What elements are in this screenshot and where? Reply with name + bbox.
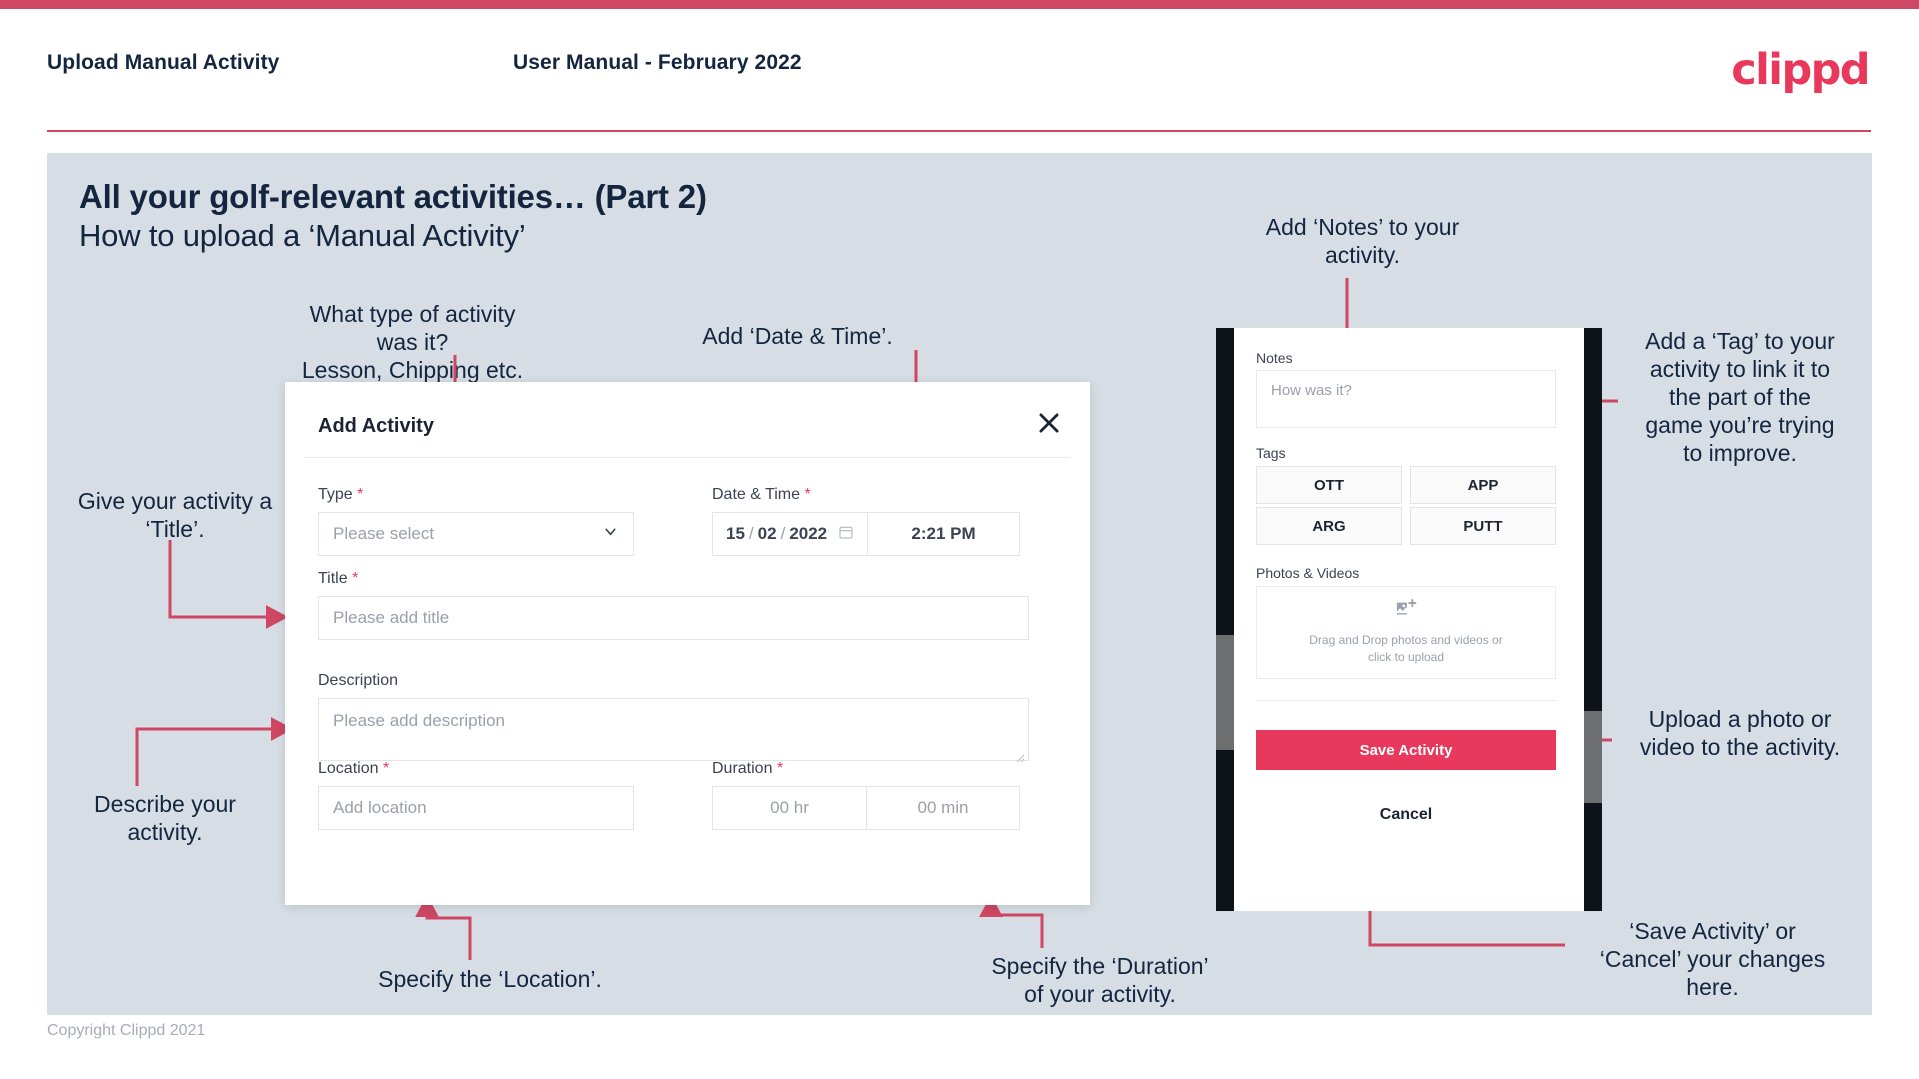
phone-mockup: Notes How was it? Tags OTT APP ARG PUTT … (1216, 328, 1602, 911)
add-activity-dialog: Add Activity Type * Please select Date &… (285, 382, 1090, 905)
description-placeholder: Please add description (333, 711, 506, 730)
date-separator: / (780, 524, 786, 543)
header-center-title: User Manual - February 2022 (513, 51, 802, 74)
tag-button-app[interactable]: APP (1410, 466, 1556, 504)
top-accent-bar (0, 0, 1919, 9)
date-input[interactable]: 15 / 02 / 2022 (712, 512, 867, 556)
phone-side-button-left (1216, 635, 1234, 750)
field-title: Title * Please add title (318, 570, 1029, 640)
type-select-value: Please select (333, 524, 435, 543)
type-label: Type * (318, 486, 364, 503)
annotation-type: What type of activity was it? Lesson, Chi… (301, 301, 524, 384)
notes-label: Notes (1256, 350, 1293, 366)
phone-divider (1256, 700, 1556, 701)
cancel-button[interactable]: Cancel (1256, 806, 1556, 824)
description-label: Description (318, 672, 399, 689)
photos-label: Photos & Videos (1256, 565, 1360, 581)
date-day: 15 (726, 524, 745, 543)
phone-side-button-right (1584, 711, 1602, 803)
required-marker: * (352, 570, 359, 587)
annotation-save-cancel: ‘Save Activity’ or ‘Cancel’ your changes h… (1599, 918, 1826, 1001)
annotation-upload: Upload a photo or video to the activity. (1639, 706, 1841, 761)
tag-button-arg[interactable]: ARG (1256, 507, 1402, 545)
field-duration: Duration * 00 hr 00 min (712, 760, 1022, 830)
date-year: 2022 (789, 524, 828, 543)
header-left-title: Upload Manual Activity (47, 51, 280, 74)
phone-bezel-right (1584, 328, 1602, 911)
date-separator: / (748, 524, 754, 543)
annotation-title: Give your activity a ‘Title’. (77, 488, 273, 543)
duration-label: Duration * (712, 760, 784, 777)
photo-dropzone[interactable]: Drag and Drop photos and videos or click … (1256, 586, 1556, 679)
clippd-logo: clippd (1731, 45, 1870, 95)
annotation-tags: Add a ‘Tag’ to your activity to link it t… (1645, 328, 1835, 467)
duration-minutes-input[interactable]: 00 min (866, 786, 1020, 830)
annotation-location: Specify the ‘Location’. (378, 966, 602, 992)
page-header: Upload Manual Activity User Manual - Feb… (0, 9, 1919, 132)
dialog-title: Add Activity (318, 415, 434, 437)
location-label: Location * (318, 760, 390, 777)
add-image-icon (1395, 598, 1417, 624)
phone-screen: Notes How was it? Tags OTT APP ARG PUTT … (1234, 328, 1584, 911)
calendar-icon[interactable] (838, 524, 854, 545)
tags-label: Tags (1256, 445, 1286, 461)
annotation-description: Describe your activity. (94, 791, 236, 846)
phone-bezel-left (1216, 328, 1234, 911)
header-divider (47, 130, 1871, 132)
title-input[interactable]: Please add title (318, 596, 1029, 640)
save-activity-button[interactable]: Save Activity (1256, 730, 1556, 770)
close-icon[interactable] (1034, 408, 1064, 438)
annotation-notes: Add ‘Notes’ to your activity. (1265, 214, 1460, 269)
field-type: Type * Please select (318, 486, 634, 556)
required-marker: * (357, 486, 364, 503)
slide-subtitle: How to upload a ‘Manual Activity’ (79, 218, 526, 253)
dropzone-text: Drag and Drop photos and videos or click … (1309, 632, 1503, 664)
time-input[interactable]: 2:21 PM (867, 512, 1020, 556)
description-textarea[interactable]: Please add description (318, 698, 1029, 763)
required-marker: * (776, 760, 784, 777)
dialog-divider (305, 457, 1070, 458)
required-marker: * (804, 486, 811, 503)
location-input[interactable]: Add location (318, 786, 634, 830)
date-month: 02 (757, 524, 777, 543)
field-location: Location * Add location (318, 760, 634, 830)
resize-handle-icon[interactable] (1015, 748, 1025, 763)
required-marker: * (382, 760, 390, 777)
title-label: Title * (318, 570, 359, 587)
tag-button-ott[interactable]: OTT (1256, 466, 1402, 504)
chevron-down-icon (602, 523, 619, 545)
annotation-datetime: Add ‘Date & Time’. (702, 323, 893, 349)
footer-copyright: Copyright Clippd 2021 (47, 1022, 206, 1039)
datetime-label: Date & Time * (712, 486, 811, 503)
type-select[interactable]: Please select (318, 512, 634, 556)
tag-button-putt[interactable]: PUTT (1410, 507, 1556, 545)
slide-title: All your golf-relevant activities… (Part… (79, 178, 707, 215)
notes-textarea[interactable]: How was it? (1256, 370, 1556, 428)
annotation-duration: Specify the ‘Duration’ of your activity. (991, 953, 1209, 1008)
field-description: Description Please add description (318, 672, 1029, 763)
duration-hours-input[interactable]: 00 hr (712, 786, 866, 830)
field-datetime: Date & Time * 15 / 02 / 2022 2:21 PM (712, 486, 1022, 556)
